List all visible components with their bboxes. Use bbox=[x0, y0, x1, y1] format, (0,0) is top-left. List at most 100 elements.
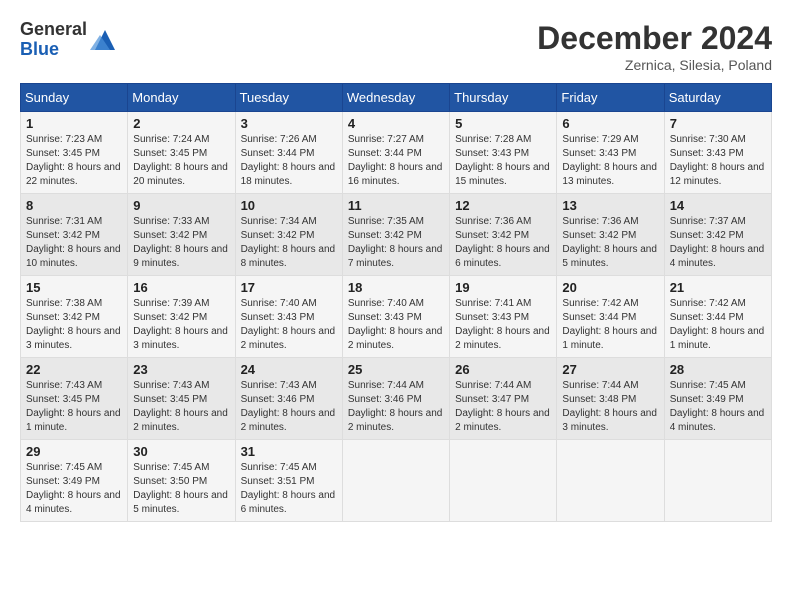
sunrise-label: Sunrise: 7:33 AM bbox=[133, 216, 209, 227]
day-number: 8 bbox=[26, 198, 122, 213]
sunrise-label: Sunrise: 7:37 AM bbox=[670, 216, 746, 227]
daylight-label: Daylight: 8 hours and 4 minutes. bbox=[26, 490, 121, 515]
day-info: Sunrise: 7:37 AM Sunset: 3:42 PM Dayligh… bbox=[670, 215, 766, 271]
sunrise-label: Sunrise: 7:31 AM bbox=[26, 216, 102, 227]
day-number: 25 bbox=[348, 362, 444, 377]
sunset-label: Sunset: 3:43 PM bbox=[241, 312, 315, 323]
calendar-cell: 7 Sunrise: 7:30 AM Sunset: 3:43 PM Dayli… bbox=[664, 112, 771, 194]
sunrise-label: Sunrise: 7:39 AM bbox=[133, 298, 209, 309]
logo-blue: Blue bbox=[20, 39, 59, 59]
day-info: Sunrise: 7:45 AM Sunset: 3:49 PM Dayligh… bbox=[26, 461, 122, 517]
calendar-cell: 27 Sunrise: 7:44 AM Sunset: 3:48 PM Dayl… bbox=[557, 358, 664, 440]
daylight-label: Daylight: 8 hours and 1 minute. bbox=[670, 326, 765, 351]
day-info: Sunrise: 7:31 AM Sunset: 3:42 PM Dayligh… bbox=[26, 215, 122, 271]
sunrise-label: Sunrise: 7:34 AM bbox=[241, 216, 317, 227]
weekday-header-tuesday: Tuesday bbox=[235, 84, 342, 112]
day-number: 13 bbox=[562, 198, 658, 213]
day-number: 18 bbox=[348, 280, 444, 295]
daylight-label: Daylight: 8 hours and 2 minutes. bbox=[241, 408, 336, 433]
daylight-label: Daylight: 8 hours and 3 minutes. bbox=[562, 408, 657, 433]
weekday-header-sunday: Sunday bbox=[21, 84, 128, 112]
calendar-cell: 2 Sunrise: 7:24 AM Sunset: 3:45 PM Dayli… bbox=[128, 112, 235, 194]
sunrise-label: Sunrise: 7:44 AM bbox=[455, 380, 531, 391]
sunset-label: Sunset: 3:42 PM bbox=[670, 230, 744, 241]
calendar-cell: 25 Sunrise: 7:44 AM Sunset: 3:46 PM Dayl… bbox=[342, 358, 449, 440]
sunrise-label: Sunrise: 7:41 AM bbox=[455, 298, 531, 309]
daylight-label: Daylight: 8 hours and 22 minutes. bbox=[26, 162, 121, 187]
daylight-label: Daylight: 8 hours and 2 minutes. bbox=[348, 326, 443, 351]
daylight-label: Daylight: 8 hours and 3 minutes. bbox=[26, 326, 121, 351]
sunrise-label: Sunrise: 7:27 AM bbox=[348, 134, 424, 145]
daylight-label: Daylight: 8 hours and 15 minutes. bbox=[455, 162, 550, 187]
calendar-cell: 5 Sunrise: 7:28 AM Sunset: 3:43 PM Dayli… bbox=[450, 112, 557, 194]
day-info: Sunrise: 7:36 AM Sunset: 3:42 PM Dayligh… bbox=[562, 215, 658, 271]
sunrise-label: Sunrise: 7:43 AM bbox=[133, 380, 209, 391]
day-number: 7 bbox=[670, 116, 766, 131]
day-number: 2 bbox=[133, 116, 229, 131]
sunset-label: Sunset: 3:46 PM bbox=[348, 394, 422, 405]
day-info: Sunrise: 7:40 AM Sunset: 3:43 PM Dayligh… bbox=[241, 297, 337, 353]
day-info: Sunrise: 7:45 AM Sunset: 3:49 PM Dayligh… bbox=[670, 379, 766, 435]
calendar-cell: 13 Sunrise: 7:36 AM Sunset: 3:42 PM Dayl… bbox=[557, 194, 664, 276]
sunrise-label: Sunrise: 7:44 AM bbox=[348, 380, 424, 391]
sunrise-label: Sunrise: 7:42 AM bbox=[670, 298, 746, 309]
sunrise-label: Sunrise: 7:43 AM bbox=[26, 380, 102, 391]
calendar-week-4: 22 Sunrise: 7:43 AM Sunset: 3:45 PM Dayl… bbox=[21, 358, 772, 440]
sunset-label: Sunset: 3:42 PM bbox=[562, 230, 636, 241]
logo-icon bbox=[90, 25, 120, 55]
month-title: December 2024 bbox=[537, 20, 772, 57]
sunset-label: Sunset: 3:47 PM bbox=[455, 394, 529, 405]
day-info: Sunrise: 7:41 AM Sunset: 3:43 PM Dayligh… bbox=[455, 297, 551, 353]
calendar-cell bbox=[557, 440, 664, 522]
day-number: 16 bbox=[133, 280, 229, 295]
sunset-label: Sunset: 3:45 PM bbox=[133, 148, 207, 159]
sunrise-label: Sunrise: 7:45 AM bbox=[133, 462, 209, 473]
sunset-label: Sunset: 3:51 PM bbox=[241, 476, 315, 487]
weekday-header-monday: Monday bbox=[128, 84, 235, 112]
daylight-label: Daylight: 8 hours and 4 minutes. bbox=[670, 244, 765, 269]
sunset-label: Sunset: 3:42 PM bbox=[241, 230, 315, 241]
day-number: 21 bbox=[670, 280, 766, 295]
day-number: 9 bbox=[133, 198, 229, 213]
weekday-header-saturday: Saturday bbox=[664, 84, 771, 112]
day-info: Sunrise: 7:43 AM Sunset: 3:46 PM Dayligh… bbox=[241, 379, 337, 435]
day-info: Sunrise: 7:43 AM Sunset: 3:45 PM Dayligh… bbox=[133, 379, 229, 435]
calendar-table: SundayMondayTuesdayWednesdayThursdayFrid… bbox=[20, 83, 772, 522]
daylight-label: Daylight: 8 hours and 3 minutes. bbox=[133, 326, 228, 351]
sunrise-label: Sunrise: 7:28 AM bbox=[455, 134, 531, 145]
calendar-cell: 8 Sunrise: 7:31 AM Sunset: 3:42 PM Dayli… bbox=[21, 194, 128, 276]
sunrise-label: Sunrise: 7:45 AM bbox=[241, 462, 317, 473]
daylight-label: Daylight: 8 hours and 2 minutes. bbox=[455, 408, 550, 433]
day-number: 12 bbox=[455, 198, 551, 213]
sunrise-label: Sunrise: 7:35 AM bbox=[348, 216, 424, 227]
sunset-label: Sunset: 3:42 PM bbox=[26, 312, 100, 323]
calendar-cell: 4 Sunrise: 7:27 AM Sunset: 3:44 PM Dayli… bbox=[342, 112, 449, 194]
calendar-cell: 15 Sunrise: 7:38 AM Sunset: 3:42 PM Dayl… bbox=[21, 276, 128, 358]
calendar-cell: 30 Sunrise: 7:45 AM Sunset: 3:50 PM Dayl… bbox=[128, 440, 235, 522]
day-info: Sunrise: 7:45 AM Sunset: 3:51 PM Dayligh… bbox=[241, 461, 337, 517]
calendar-cell: 6 Sunrise: 7:29 AM Sunset: 3:43 PM Dayli… bbox=[557, 112, 664, 194]
sunset-label: Sunset: 3:42 PM bbox=[133, 230, 207, 241]
day-number: 1 bbox=[26, 116, 122, 131]
day-info: Sunrise: 7:27 AM Sunset: 3:44 PM Dayligh… bbox=[348, 133, 444, 189]
calendar-cell: 21 Sunrise: 7:42 AM Sunset: 3:44 PM Dayl… bbox=[664, 276, 771, 358]
sunset-label: Sunset: 3:44 PM bbox=[562, 312, 636, 323]
day-info: Sunrise: 7:36 AM Sunset: 3:42 PM Dayligh… bbox=[455, 215, 551, 271]
day-number: 19 bbox=[455, 280, 551, 295]
day-number: 23 bbox=[133, 362, 229, 377]
sunrise-label: Sunrise: 7:43 AM bbox=[241, 380, 317, 391]
calendar-cell: 18 Sunrise: 7:40 AM Sunset: 3:43 PM Dayl… bbox=[342, 276, 449, 358]
daylight-label: Daylight: 8 hours and 16 minutes. bbox=[348, 162, 443, 187]
sunset-label: Sunset: 3:49 PM bbox=[26, 476, 100, 487]
daylight-label: Daylight: 8 hours and 13 minutes. bbox=[562, 162, 657, 187]
day-number: 6 bbox=[562, 116, 658, 131]
daylight-label: Daylight: 8 hours and 18 minutes. bbox=[241, 162, 336, 187]
day-number: 29 bbox=[26, 444, 122, 459]
daylight-label: Daylight: 8 hours and 10 minutes. bbox=[26, 244, 121, 269]
sunset-label: Sunset: 3:42 PM bbox=[26, 230, 100, 241]
location: Zernica, Silesia, Poland bbox=[537, 57, 772, 73]
calendar-cell: 20 Sunrise: 7:42 AM Sunset: 3:44 PM Dayl… bbox=[557, 276, 664, 358]
day-info: Sunrise: 7:39 AM Sunset: 3:42 PM Dayligh… bbox=[133, 297, 229, 353]
day-number: 26 bbox=[455, 362, 551, 377]
day-info: Sunrise: 7:44 AM Sunset: 3:46 PM Dayligh… bbox=[348, 379, 444, 435]
